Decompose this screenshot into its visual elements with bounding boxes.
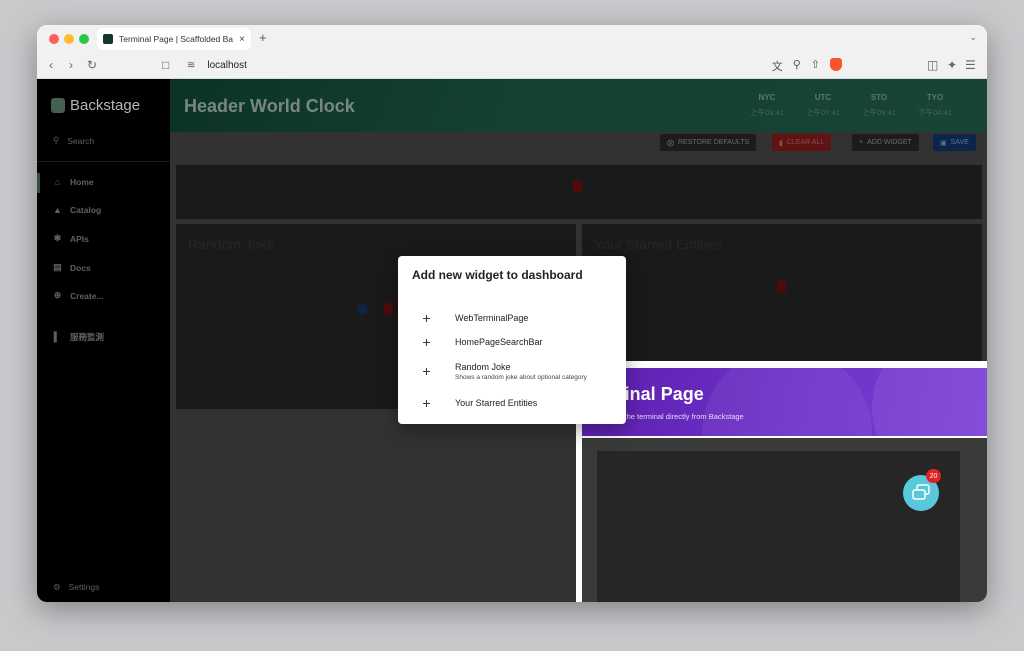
sidebar-toggle-icon[interactable]: ◫ (927, 58, 938, 72)
zoom-window-button[interactable] (79, 34, 89, 44)
chat-icon (912, 484, 930, 500)
menu-icon[interactable]: ☰ (965, 58, 976, 72)
terminal-body (582, 438, 987, 602)
option-label: Your Starred Entities (455, 398, 538, 408)
tab-close-icon[interactable]: × (239, 34, 245, 45)
forward-icon[interactable]: › (69, 58, 73, 72)
terminal-screen[interactable] (597, 451, 960, 602)
share-icon[interactable]: ⇧ (811, 58, 820, 74)
leo-ai-icon[interactable]: ✦ (947, 58, 957, 72)
widget-option-starredentities[interactable]: + Your Starred Entities (398, 392, 626, 414)
dialog-title: Add new widget to dashboard (412, 268, 583, 282)
backstage-app: Backstage ⚲ Search ⌂ Home ▲ Catalog ✱ AP… (37, 79, 987, 602)
back-icon[interactable]: ‹ (49, 58, 53, 72)
title-bar: Terminal Page | Scaffolded Ba × + ⌄ (37, 25, 987, 52)
minimize-window-button[interactable] (64, 34, 74, 44)
site-settings-icon[interactable]: ≋ (187, 60, 195, 71)
translate-icon[interactable]: 文 (772, 58, 783, 74)
url-text[interactable]: localhost (207, 60, 246, 71)
backstage-favicon-icon (103, 34, 113, 44)
add-icon: + (422, 395, 431, 411)
browser-toolbar: ‹ › ↻ □ ≋ localhost 文 ⚲ ⇧ ◫ ✦ ☰ (37, 52, 987, 79)
zoom-icon[interactable]: ⚲ (793, 58, 801, 74)
widget-option-randomjoke[interactable]: + Random Joke Shows a random joke about … (398, 360, 626, 382)
new-tab-button[interactable]: + (259, 30, 267, 45)
close-window-button[interactable] (49, 34, 59, 44)
add-icon: + (422, 334, 431, 350)
address-bar[interactable]: ≋ localhost 文 ⚲ ⇧ (177, 55, 842, 76)
browser-window: Terminal Page | Scaffolded Ba × + ⌄ ‹ › … (37, 25, 987, 602)
widget-option-homepagesearchbar[interactable]: + HomePageSearchBar (398, 331, 626, 353)
notification-badge: 20 (926, 469, 941, 483)
option-description: Shows a random joke about optional categ… (455, 373, 587, 381)
chevron-down-icon[interactable]: ⌄ (969, 32, 977, 43)
tab-title: Terminal Page | Scaffolded Ba (119, 34, 234, 44)
add-icon: + (422, 310, 431, 326)
bookmark-icon[interactable]: □ (162, 58, 169, 72)
option-label: Random Joke (455, 361, 511, 372)
widget-option-webterminalpage[interactable]: + WebTerminalPage (398, 307, 626, 329)
add-icon: + (422, 363, 431, 379)
browser-tab[interactable]: Terminal Page | Scaffolded Ba × (97, 28, 251, 50)
add-widget-dialog: Add new widget to dashboard + WebTermina… (398, 256, 626, 424)
option-label: HomePageSearchBar (455, 337, 543, 347)
option-label: WebTerminalPage (455, 313, 529, 323)
terminal-banner: Terminal Page Interact with the terminal… (582, 368, 987, 436)
reload-icon[interactable]: ↻ (87, 58, 97, 72)
brave-shields-icon[interactable] (830, 58, 842, 71)
